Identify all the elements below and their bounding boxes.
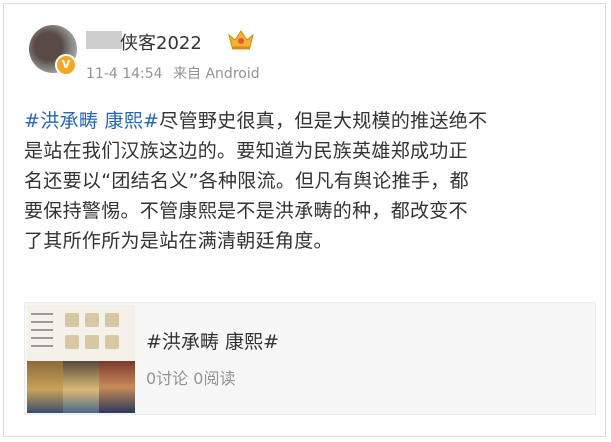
crown-icon — [228, 30, 254, 50]
post-source: 来自 Android — [173, 66, 260, 82]
post-content: #洪承畴 康熙#尽管野史很真，但是大规模的推送绝不 是站在我们汉族这边的。要知道… — [24, 106, 599, 256]
content-line-4: 要保持警惕。不管康熙是不是洪承畴的种，都改变不 — [24, 200, 468, 222]
post-meta: 11-4 14:54 来自 Android — [86, 63, 266, 83]
topic-card-stats: 0讨论 0阅读 — [146, 369, 236, 388]
content-line-5: 了其所作所为是站在满清朝廷角度。 — [24, 230, 333, 252]
username[interactable]: 侠客2022 — [120, 29, 202, 55]
username-redaction — [86, 31, 122, 49]
content-text: 尽管野史很真，但是大规模的推送绝不 — [159, 110, 488, 132]
topic-card-title[interactable]: #洪承畴 康熙# — [146, 327, 279, 354]
topic-card[interactable]: #洪承畴 康熙# 0讨论 0阅读 — [24, 302, 596, 415]
content-line-1: #洪承畴 康熙#尽管野史很真，但是大规模的推送绝不 — [24, 106, 599, 136]
topic-tag-link[interactable]: #洪承畴 康熙# — [24, 110, 159, 132]
content-line-2: 是站在我们汉族这边的。要知道为民族英雄郑成功正 — [24, 140, 468, 162]
post-time[interactable]: 11-4 14:54 — [86, 66, 163, 82]
content-line-3: 名还要以“团结名义”各种限流。但凡有舆论推手，都 — [24, 170, 469, 192]
verified-v-icon: V — [55, 54, 77, 76]
topic-thumbnail — [27, 305, 135, 413]
